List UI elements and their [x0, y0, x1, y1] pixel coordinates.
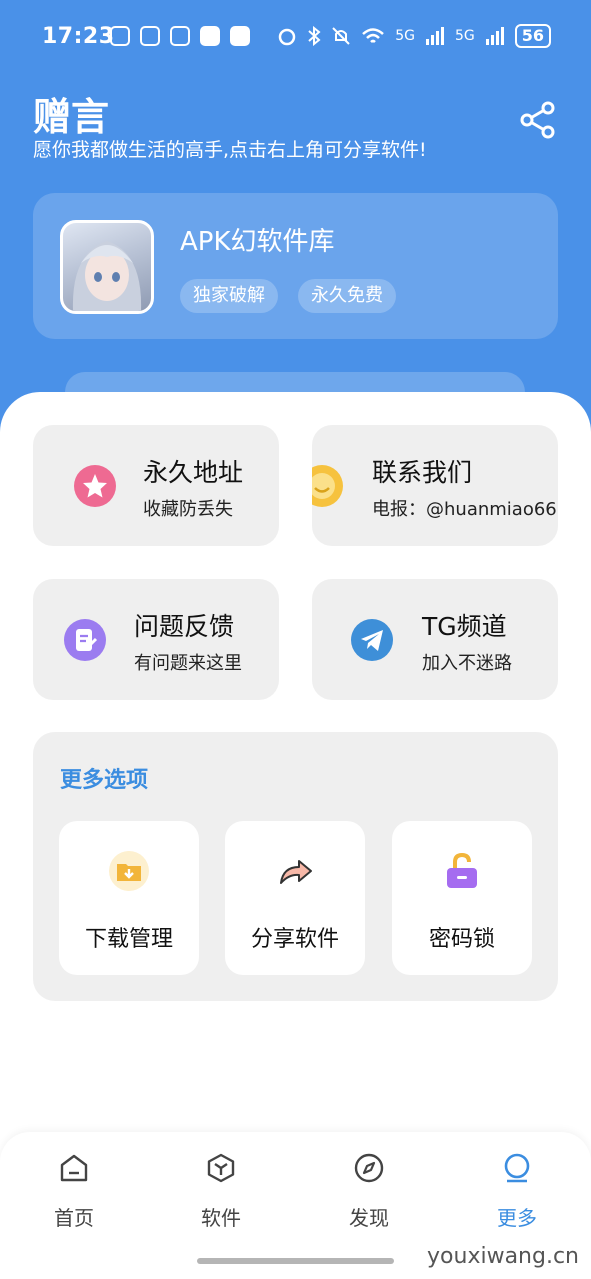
more-options-panel: 更多选项 下载管理 分享软件 密码锁: [33, 732, 558, 1001]
shield-app-icon: [200, 26, 220, 46]
wifi-icon: [362, 28, 385, 43]
page-title: 赠言: [33, 95, 110, 139]
signal-icon: [425, 27, 444, 45]
status-bar: 17:23 5G 5G 56: [0, 18, 591, 58]
unlock-icon: [447, 852, 477, 888]
nav-home[interactable]: 首页: [29, 1152, 119, 1231]
tile-permanent-address[interactable]: 永久地址 收藏防丢失: [33, 425, 279, 546]
tool-icon: [170, 26, 190, 46]
battery-indicator: 56: [514, 24, 551, 48]
tile-subtitle: 有问题来这里: [134, 653, 242, 674]
nfc-icon: [140, 26, 160, 46]
mute-icon: [332, 27, 350, 45]
folder-download-icon: [109, 851, 149, 891]
tile-title: 永久地址: [143, 458, 244, 487]
page-subtitle: 愿你我都做生活的高手,点击右上角可分享软件!: [33, 139, 427, 161]
compass-icon: [354, 1153, 384, 1183]
nav-discover[interactable]: 发现: [324, 1152, 414, 1231]
signal-icon-2: [485, 27, 504, 45]
star-icon: [74, 465, 116, 507]
status-time: 17:23: [42, 24, 115, 49]
tile-subtitle: 加入不迷路: [422, 653, 512, 674]
home-icon: [60, 1154, 88, 1182]
tile-title: TG频道: [422, 612, 507, 641]
home-indicator[interactable]: [197, 1258, 394, 1264]
profile-name: APK幻软件库: [180, 227, 335, 257]
tag-exclusive: 独家破解: [180, 279, 278, 313]
network-type-2: 5G: [454, 28, 475, 44]
watermark: youxiwang.cn: [427, 1244, 579, 1269]
tile-contact-us[interactable]: 联系我们 电报：@huanmiao66: [312, 425, 558, 546]
nav-label: 更多: [497, 1206, 537, 1230]
tile-tg-channel[interactable]: TG频道 加入不迷路: [312, 579, 558, 700]
status-notification-icons: [110, 26, 250, 46]
tile-subtitle: 电报：@huanmiao66: [372, 499, 557, 520]
nav-label: 发现: [349, 1206, 389, 1230]
option-share-software[interactable]: 分享软件: [225, 821, 365, 975]
nav-software[interactable]: 软件: [176, 1152, 266, 1231]
option-label: 下载管理: [84, 927, 173, 952]
tile-title: 联系我们: [372, 458, 473, 487]
bluetooth-icon: [308, 26, 321, 46]
nav-label: 软件: [201, 1206, 241, 1230]
nav-label: 首页: [54, 1206, 94, 1230]
option-download-manager[interactable]: 下载管理: [59, 821, 199, 975]
circle-icon: [504, 1153, 530, 1183]
nav-more[interactable]: 更多: [472, 1152, 562, 1231]
feedback-icon: [64, 619, 106, 661]
share-icon[interactable]: [518, 100, 558, 140]
profile-card[interactable]: APK幻软件库 独家破解 永久免费: [33, 193, 558, 339]
upload-icon: [230, 26, 250, 46]
tile-title: 问题反馈: [134, 612, 235, 641]
alarm-icon: [278, 28, 296, 46]
option-password-lock[interactable]: 密码锁: [392, 821, 532, 975]
option-label: 密码锁: [428, 927, 495, 952]
tile-subtitle: 收藏防丢失: [143, 499, 233, 520]
tag-free: 永久免费: [298, 279, 396, 313]
option-label: 分享软件: [250, 927, 339, 952]
tile-feedback[interactable]: 问题反馈 有问题来这里: [33, 579, 279, 700]
cube-icon: [207, 1153, 235, 1183]
share-arrow-icon: [280, 860, 312, 884]
avatar: [60, 220, 154, 314]
telegram-icon: [351, 619, 393, 661]
network-type-1: 5G: [395, 28, 415, 44]
more-options-title: 更多选项: [60, 768, 149, 793]
status-system-icons: 5G 5G 56: [277, 24, 551, 48]
smile-icon: [312, 465, 343, 507]
notification-app-icon: [110, 26, 130, 46]
